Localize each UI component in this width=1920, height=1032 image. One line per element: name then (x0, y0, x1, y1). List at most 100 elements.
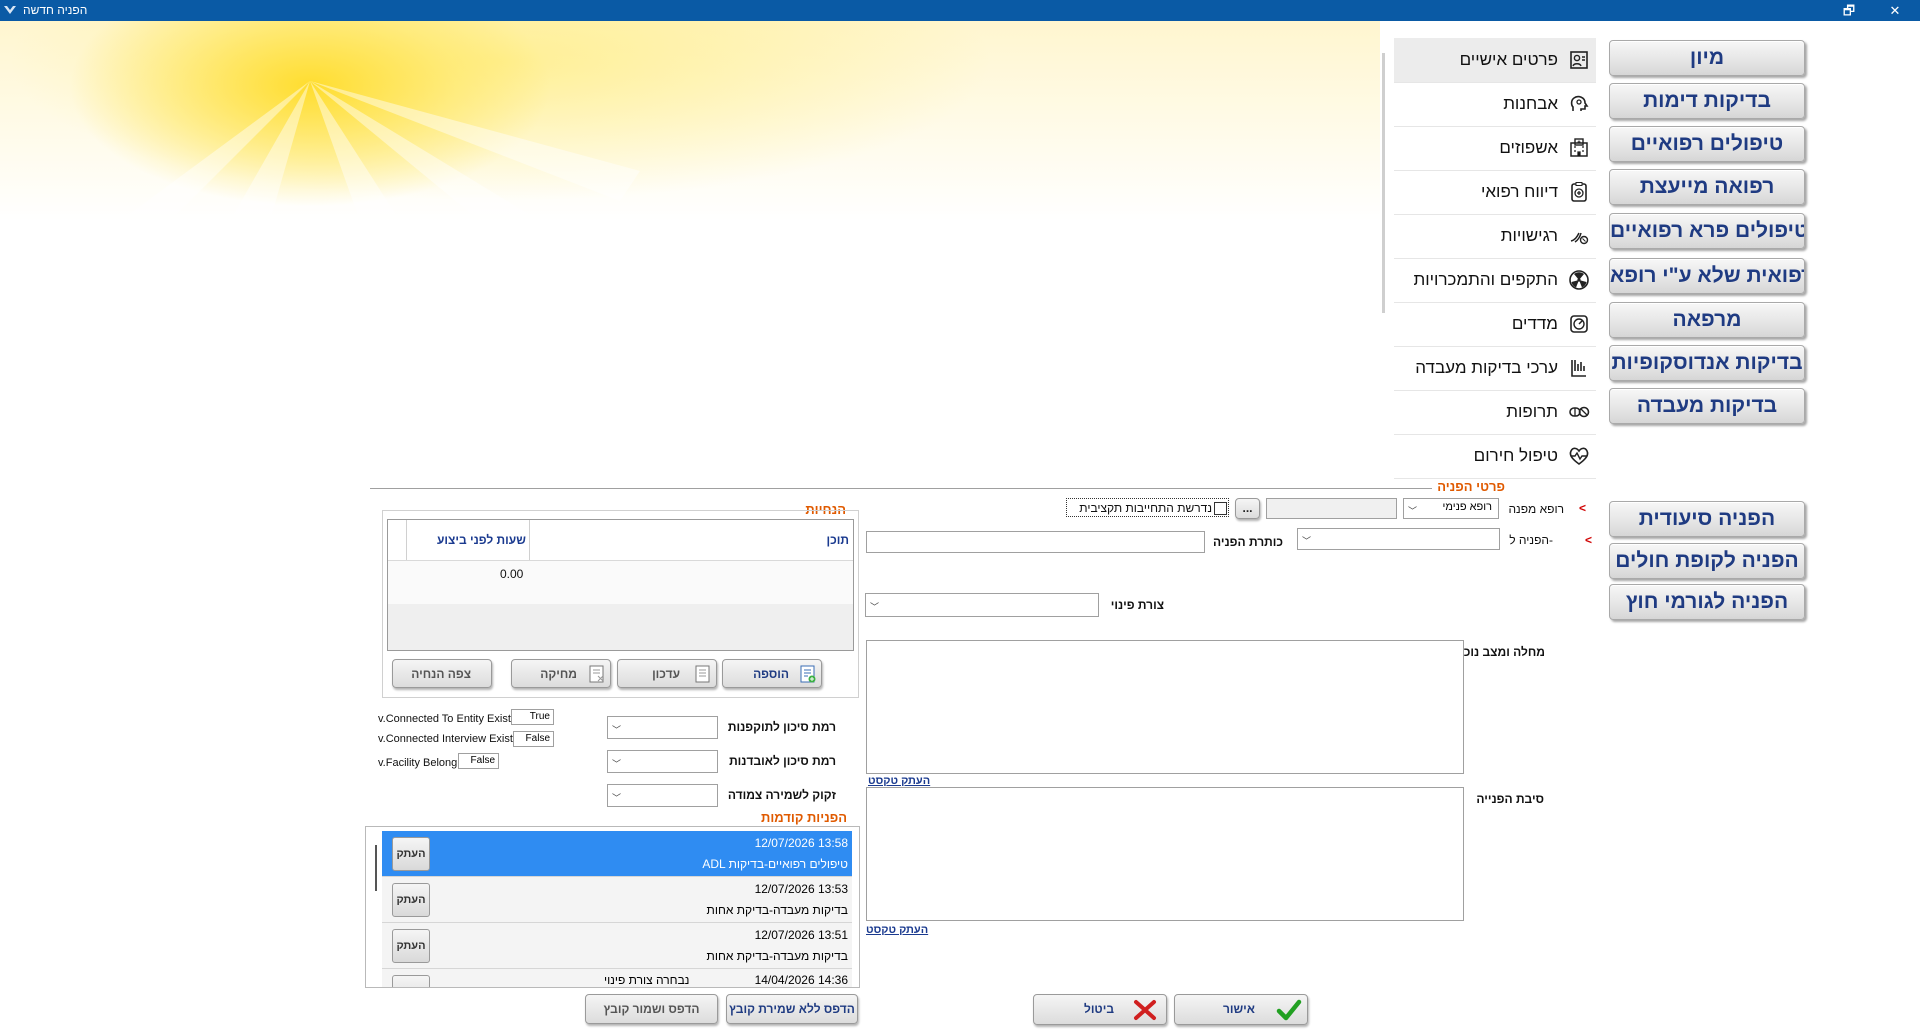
print-save-label: הדפס ושמור קובץ (603, 1002, 700, 1016)
delete-instruction-button[interactable]: מחיקה (511, 659, 611, 688)
category-button-0[interactable]: מיון (1609, 40, 1805, 76)
grid-row[interactable]: 0.00 (388, 561, 853, 604)
personal-details-icon (1570, 51, 1588, 69)
periodic-commitment-checkbox[interactable]: נדרשת התחייבות תקציבית (1066, 498, 1229, 517)
side-menu-item-7[interactable]: ערכי בדיקות מעבדה (1394, 346, 1596, 391)
browse-button[interactable]: ... (1235, 498, 1260, 519)
copy-referral-button[interactable]: העתק (392, 929, 430, 963)
previous-referral-row[interactable]: 12/07/2026 13:58 ADL טיפולים רפואיים-בדיק… (382, 831, 852, 877)
header-banner (0, 21, 1380, 221)
referral-title-label: כותרת הפניה (1213, 535, 1283, 549)
cancel-button[interactable]: ביטול (1033, 994, 1167, 1025)
referring-doctor-select[interactable]: ﹀ רופא פנימי (1403, 498, 1499, 519)
side-menu-label: טיפול חירום (1473, 446, 1558, 465)
print-no-save-button[interactable]: הדפס ללא שמירת קובץ (726, 994, 858, 1024)
risk-aggression-select[interactable]: ﹀ (607, 716, 718, 739)
referral-date: 12/07/2026 13:51 (754, 928, 848, 942)
referring-doctor-label: רופא מפנה (1508, 502, 1564, 516)
chevron-down-icon: ﹀ (612, 758, 622, 769)
side-menu-item-9[interactable]: טיפול חירום (1394, 434, 1596, 479)
side-menu-item-3[interactable]: דיווח רפואי (1394, 170, 1596, 215)
category-button-2[interactable]: טיפולים רפואיים (1609, 126, 1805, 162)
medical-report-icon (1571, 182, 1587, 202)
facility-belong-value: False (458, 753, 499, 769)
copy-text-link-2[interactable]: העתק טקסט (866, 924, 928, 936)
side-menu-scrollbar[interactable] (1382, 53, 1385, 313)
referring-doctor-value: רופא פנימי (1442, 501, 1492, 513)
copy-text-link-1[interactable]: העתק טקסט (868, 775, 930, 787)
side-menu-label: אשפוזים (1499, 138, 1558, 157)
category-button-1[interactable]: בדיקות דימות (1609, 83, 1805, 119)
side-menu-label: פרטים אישיים (1459, 50, 1558, 69)
side-menu-label: רגישויות (1500, 226, 1558, 245)
col-content: תוכן (826, 533, 850, 547)
side-menu-label: דיווח רפואי (1480, 182, 1558, 201)
grid-col-sep-2 (406, 520, 407, 560)
title-bar: הפניה חדשה 🗗 ✕ (0, 0, 1920, 21)
category-button-7[interactable]: בדיקות אנדוסקופיות (1609, 345, 1805, 381)
col-hours: שעות לפני ביצוע (437, 533, 526, 547)
side-menu-label: תרופות (1506, 402, 1558, 421)
chevron-down-icon: ﹀ (1408, 505, 1418, 516)
add-instruction-button[interactable]: הוספה (722, 659, 822, 688)
close-window-button[interactable]: ✕ (1872, 1, 1918, 20)
current-condition-textarea[interactable] (866, 640, 1464, 774)
delete-doc-icon (589, 665, 604, 683)
category-button-5[interactable]: בדיקה רפואית שלא ע"י רופא (1609, 258, 1805, 294)
list-scrollbar[interactable] (375, 845, 377, 891)
view-instruction-button[interactable]: צפה הנחיה (392, 659, 492, 688)
instructions-grid: תוכן שעות לפני ביצוע 0.00 (387, 519, 854, 651)
chevron-down-icon: ﹀ (1302, 536, 1312, 546)
previous-referral-row[interactable]: 12/07/2026 13:51 בדיקות מעבדה-בדיקת אחות ה… (382, 923, 852, 969)
side-menu-item-6[interactable]: מדדים (1394, 302, 1596, 347)
category-button-8[interactable]: בדיקות מעבדה (1609, 388, 1805, 424)
print-no-save-label: הדפס ללא שמירת קובץ (729, 1002, 855, 1016)
chevron-down-icon: ﹀ (612, 724, 622, 735)
lab-values-icon (1571, 360, 1586, 377)
restore-button[interactable]: 🗗 (1826, 1, 1872, 20)
print-save-button[interactable]: הדפס ושמור קובץ (585, 994, 718, 1024)
copy-referral-button[interactable]: העתק (392, 883, 430, 917)
risk-loss-label: רמת סיכון לאובדנות (729, 754, 836, 768)
allergy-icon (1570, 232, 1589, 245)
category-button-6[interactable]: מרפאה (1609, 302, 1805, 338)
referral-type-button-1[interactable]: הפניה לקופת חולים (1609, 543, 1805, 579)
side-menu-item-2[interactable]: אשפוזים (1394, 126, 1596, 171)
copy-referral-button[interactable]: העתק (392, 975, 430, 987)
periodic-commitment-label: נדרשת התחייבות תקציבית (1079, 501, 1212, 515)
referral-type-button-0[interactable]: הפניה סיעודית (1609, 501, 1805, 537)
referring-doctor-code[interactable] (1266, 498, 1397, 519)
referral-date: 14/04/2026 14:36 (754, 973, 848, 987)
delete-instruction-label: מחיקה (540, 667, 577, 681)
copy-referral-button[interactable]: העתק (392, 837, 430, 871)
previous-referral-row[interactable]: 12/07/2026 13:53 בדיקות מעבדה-בדיקת אחות ה… (382, 877, 852, 923)
referral-to-select[interactable]: ﹀ (1297, 528, 1500, 550)
referral-subject: בדיקות מעבדה-בדיקת אחות (706, 949, 848, 963)
side-menu-item-1[interactable]: אבחנות (1394, 82, 1596, 127)
side-menu-item-8[interactable]: תרופות (1394, 390, 1596, 435)
category-button-3[interactable]: רפואה מייעצת (1609, 169, 1805, 205)
previous-referral-row[interactable]: 14/04/2026 14:36נבחרה צורת פינויהעתקנבחר… (382, 969, 852, 987)
referral-reason-textarea[interactable] (866, 787, 1464, 921)
sunburst-decoration (120, 81, 640, 221)
entity-exist-label: v.Connected To Entity Exist (378, 713, 511, 725)
category-button-4[interactable]: טיפולים פרא רפואיים (1609, 213, 1805, 249)
side-menu-label: אבחנות (1503, 94, 1558, 113)
required-marker-2: < (1585, 533, 1593, 547)
side-menu-item-4[interactable]: רגישויות (1394, 214, 1596, 259)
referral-date: 12/07/2026 13:53 (754, 882, 848, 896)
risk-aggression-label: רמת סיכון לתוקפנות (727, 720, 836, 734)
referral-date: 12/07/2026 13:58 (754, 836, 848, 850)
risk-loss-select[interactable]: ﹀ (607, 750, 718, 773)
side-menu-item-5[interactable]: התקפים והתמכרויות (1394, 258, 1596, 303)
side-menu-item-0[interactable]: פרטים אישיים (1394, 38, 1596, 83)
referral-type-button-2[interactable]: הפניה לגורמי חוץ (1609, 584, 1805, 620)
close-guard-select[interactable]: ﹀ (607, 784, 718, 807)
radiation-icon (1569, 270, 1589, 290)
checkbox-box[interactable] (1214, 502, 1227, 515)
evacuation-select[interactable]: ﹀ (865, 593, 1099, 617)
referral-title-input[interactable] (866, 531, 1205, 553)
ok-button[interactable]: אישור (1174, 994, 1308, 1025)
hospital-icon (1570, 138, 1588, 157)
update-instruction-button[interactable]: עדכון (617, 659, 717, 688)
